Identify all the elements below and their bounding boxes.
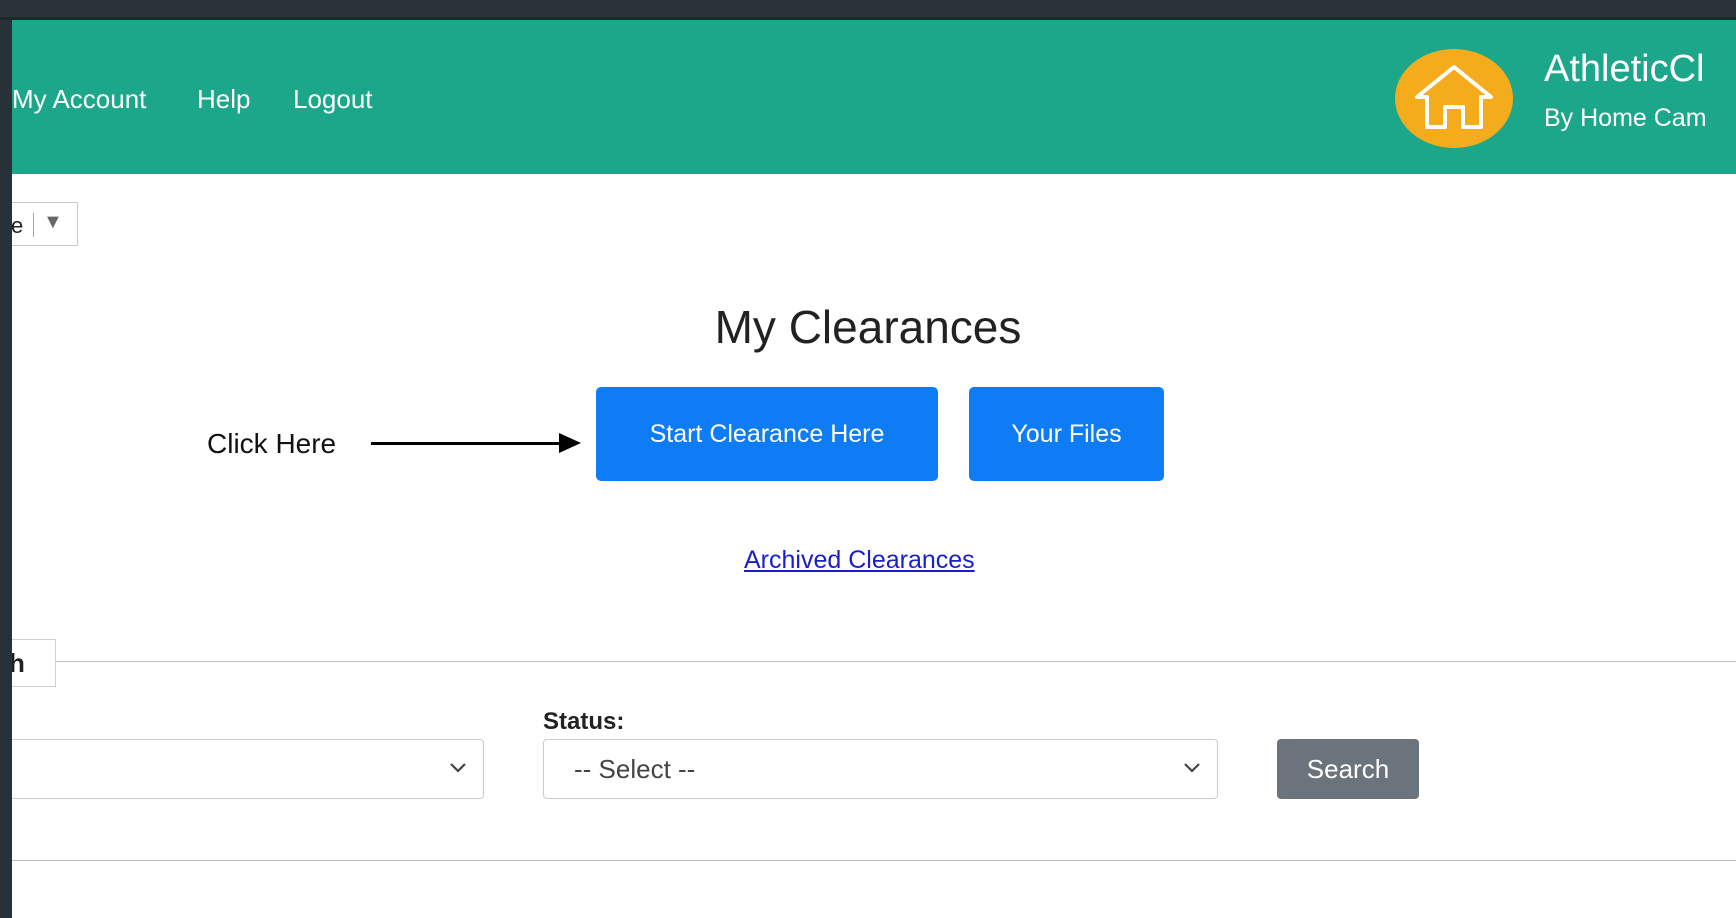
search-button[interactable]: Search [1277,739,1419,799]
chevron-down-icon [450,763,466,773]
status-select-value: -- Select -- [574,754,696,784]
page-viewport: My Account Help Logout AthleticCl By Hom… [12,20,1736,918]
filter-select[interactable] [12,739,484,799]
search-fieldset-border [56,661,1736,662]
nav-my-account[interactable]: My Account [12,84,146,115]
dropdown-value: e [12,213,24,238]
search-legend-text: h [12,648,25,678]
status-label: Status: [543,708,625,735]
triangle-down-icon: ▼ [43,211,63,233]
nav-help[interactable]: Help [197,84,250,115]
site-header: My Account Help Logout AthleticCl By Hom… [12,20,1736,174]
window-top-strip [0,0,1736,20]
page-title: My Clearances [714,301,1022,353]
logo[interactable] [1395,49,1513,148]
chevron-down-icon [1184,763,1200,773]
section-divider [12,860,1736,861]
brand-title: AthleticCl [1544,48,1705,90]
status-select[interactable]: -- Select -- [543,739,1218,799]
dropdown-separator [33,213,34,237]
brand-subtitle: By Home Cam [1544,104,1707,132]
language-dropdown[interactable]: e ▼ [12,202,78,246]
arrow-right-icon [371,442,565,445]
start-clearance-button[interactable]: Start Clearance Here [596,387,938,481]
your-files-button[interactable]: Your Files [969,387,1164,481]
archived-clearances-link[interactable]: Archived Clearances [744,546,975,575]
nav-logout[interactable]: Logout [293,84,373,115]
house-icon [1415,65,1493,129]
arrow-head [559,433,581,453]
click-here-annotation: Click Here [207,428,337,459]
search-legend: h [12,639,56,687]
